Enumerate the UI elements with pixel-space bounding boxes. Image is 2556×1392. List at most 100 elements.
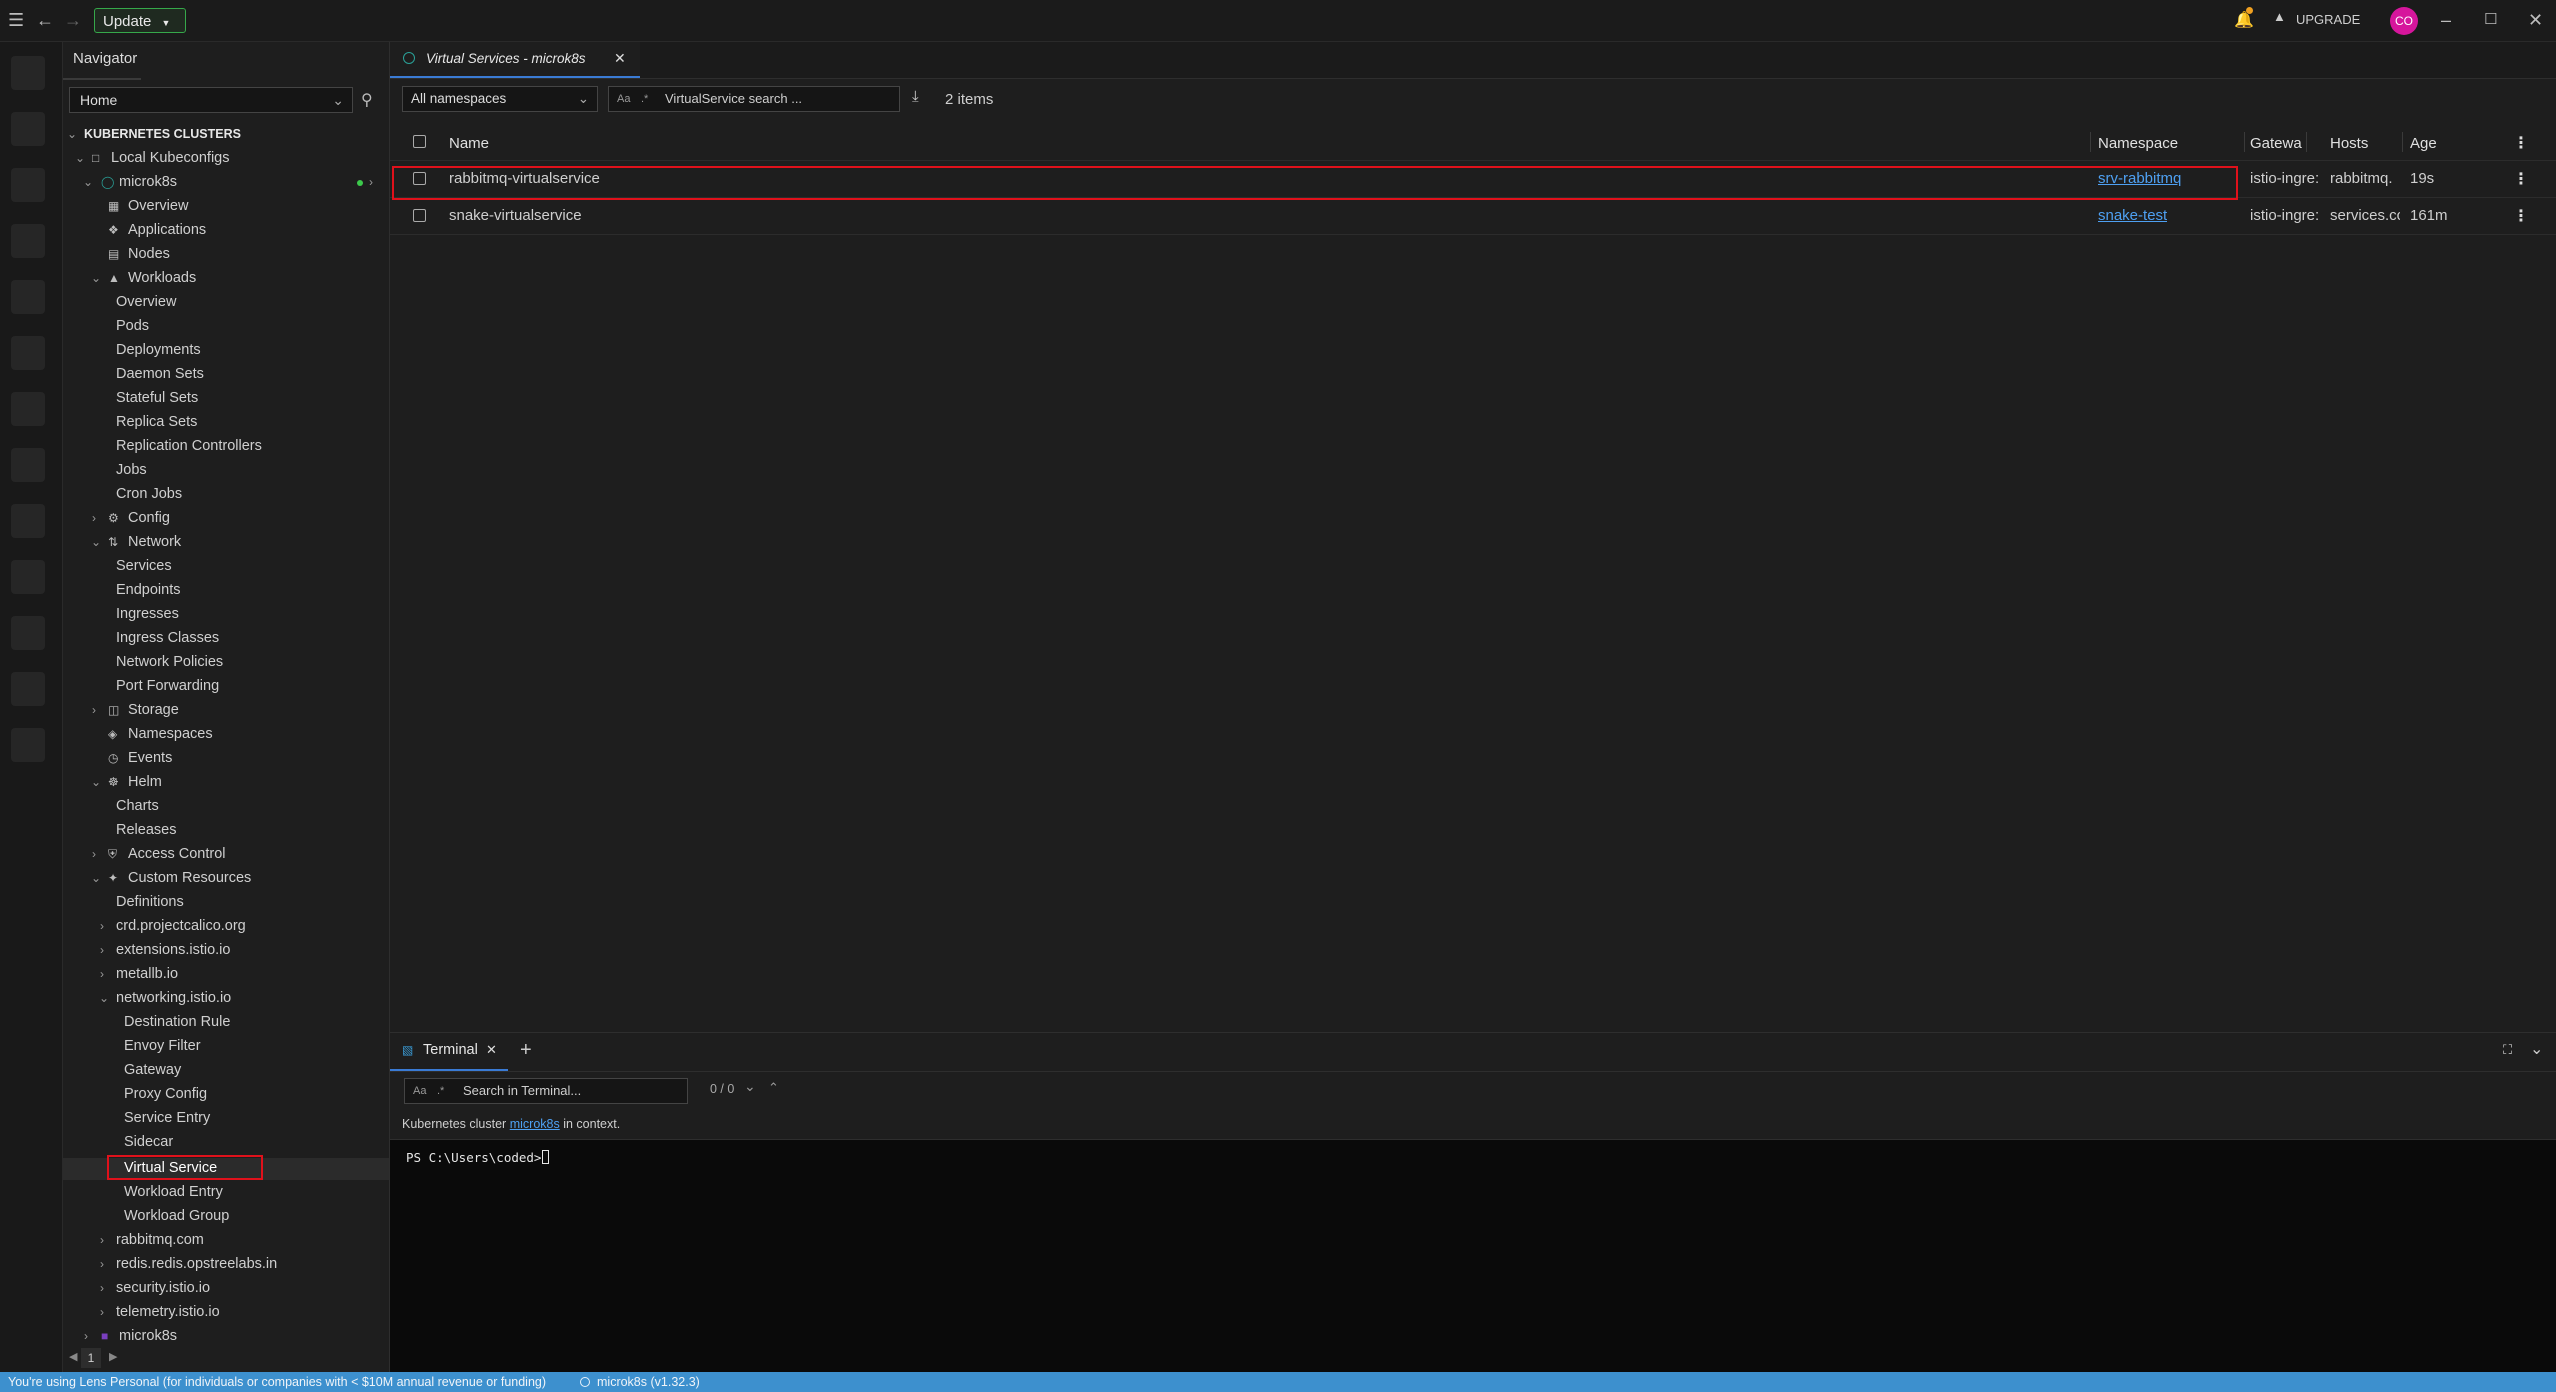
- active-cluster-text[interactable]: microk8s (v1.32.3): [597, 1372, 700, 1392]
- tree-ingresses[interactable]: Ingresses: [116, 604, 179, 624]
- select-all-checkbox[interactable]: [413, 135, 426, 148]
- chevron-right-icon[interactable]: ›: [100, 940, 104, 960]
- column-header-name[interactable]: Name: [449, 135, 489, 152]
- chevron-down-icon[interactable]: ⌄: [744, 1078, 756, 1095]
- chevron-right-icon[interactable]: ›: [100, 964, 104, 984]
- tree-service-entry[interactable]: Service Entry: [124, 1108, 210, 1128]
- page-number[interactable]: 1: [81, 1348, 101, 1368]
- column-menu-icon[interactable]: ⋮: [2513, 133, 2529, 153]
- tree-endpoints[interactable]: Endpoints: [116, 580, 181, 600]
- hotbar-item[interactable]: [11, 280, 45, 314]
- hotbar-item[interactable]: [11, 728, 45, 762]
- tree-namespaces[interactable]: Namespaces: [128, 724, 213, 744]
- add-tab-icon[interactable]: +: [520, 1039, 532, 1062]
- tree-applications[interactable]: Applications: [128, 220, 206, 240]
- tree-cron-jobs[interactable]: Cron Jobs: [116, 484, 182, 504]
- update-button[interactable]: Update ▼: [94, 8, 186, 33]
- chevron-down-icon[interactable]: ⌄: [75, 148, 85, 168]
- close-tab-icon[interactable]: ✕: [614, 50, 626, 67]
- chevron-down-icon[interactable]: ⌄: [91, 532, 101, 552]
- regex-icon[interactable]: .*: [641, 87, 648, 111]
- column-header-gateways[interactable]: Gatewa: [2250, 135, 2302, 152]
- tree-releases[interactable]: Releases: [116, 820, 176, 840]
- tree-workload-group[interactable]: Workload Group: [124, 1206, 229, 1226]
- tree-charts[interactable]: Charts: [116, 796, 159, 816]
- tree-local-kubeconfigs[interactable]: Local Kubeconfigs: [111, 148, 230, 168]
- license-text[interactable]: You're using Lens Personal (for individu…: [8, 1372, 546, 1392]
- tree-workloads[interactable]: Workloads: [128, 268, 196, 288]
- column-header-age[interactable]: Age: [2410, 135, 2437, 152]
- back-arrow-icon[interactable]: ←: [36, 10, 54, 30]
- terminal-output[interactable]: PS C:\Users\coded>: [390, 1140, 2556, 1373]
- hotbar-item[interactable]: [11, 112, 45, 146]
- fullscreen-icon[interactable]: ⛶: [2503, 1042, 2512, 1058]
- search-input[interactable]: Aa .* VirtualService search ...: [608, 86, 900, 112]
- column-divider[interactable]: [2306, 132, 2307, 152]
- match-case-toggle[interactable]: Aa: [413, 1079, 426, 1103]
- chevron-down-icon[interactable]: ⌄: [91, 772, 101, 792]
- chevron-right-icon[interactable]: ›: [92, 508, 96, 528]
- close-window-icon[interactable]: ✕: [2528, 10, 2543, 30]
- tree-crd-group[interactable]: security.istio.io: [116, 1278, 210, 1298]
- row-menu-icon[interactable]: ⋮: [2513, 206, 2529, 226]
- hotbar-item[interactable]: [11, 56, 45, 90]
- maximize-icon[interactable]: ☐: [2484, 10, 2497, 30]
- hotbar-item[interactable]: [11, 560, 45, 594]
- row-checkbox[interactable]: [413, 209, 426, 222]
- chevron-down-icon[interactable]: ⌄: [91, 268, 101, 288]
- chevron-down-icon[interactable]: ⌄: [99, 988, 109, 1008]
- tab-terminal[interactable]: ▧ Terminal ✕: [390, 1033, 508, 1071]
- tree-definitions[interactable]: Definitions: [116, 892, 184, 912]
- chevron-left-icon[interactable]: ◀: [69, 1350, 77, 1363]
- tree-storage[interactable]: Storage: [128, 700, 179, 720]
- terminal-search-input[interactable]: Aa .* Search in Terminal...: [404, 1078, 688, 1104]
- tree-deployments[interactable]: Deployments: [116, 340, 201, 360]
- chevron-right-icon[interactable]: ▶: [109, 1350, 117, 1363]
- tree-overview[interactable]: Overview: [128, 196, 188, 216]
- tree-envoy-filter[interactable]: Envoy Filter: [124, 1036, 201, 1056]
- column-divider[interactable]: [2244, 132, 2245, 152]
- hotbar-item[interactable]: [11, 168, 45, 202]
- tree-crd-group[interactable]: extensions.istio.io: [116, 940, 230, 960]
- tree-ingress-classes[interactable]: Ingress Classes: [116, 628, 219, 648]
- tree-sidecar[interactable]: Sidecar: [124, 1132, 173, 1152]
- match-case-toggle[interactable]: Aa: [617, 87, 630, 111]
- tree-port-forwarding[interactable]: Port Forwarding: [116, 676, 219, 696]
- hotbar-item[interactable]: [11, 392, 45, 426]
- table-row[interactable]: snake-virtualservice snake-test istio-in…: [390, 198, 2556, 235]
- cell-namespace-link[interactable]: snake-test: [2098, 207, 2167, 224]
- chevron-right-icon[interactable]: ›: [100, 1254, 104, 1274]
- column-header-namespace[interactable]: Namespace: [2098, 135, 2178, 152]
- tree-network-policies[interactable]: Network Policies: [116, 652, 223, 672]
- section-kubernetes-clusters[interactable]: KUBERNETES CLUSTERS: [84, 124, 241, 144]
- tree-daemon-sets[interactable]: Daemon Sets: [116, 364, 204, 384]
- chevron-down-icon[interactable]: ⌄: [91, 868, 101, 888]
- tree-events[interactable]: Events: [128, 748, 172, 768]
- hotbar-item[interactable]: [11, 504, 45, 538]
- tree-stateful-sets[interactable]: Stateful Sets: [116, 388, 198, 408]
- chevron-down-icon[interactable]: ⌄: [83, 172, 93, 192]
- chevron-right-icon[interactable]: ›: [100, 1230, 104, 1250]
- tree-config[interactable]: Config: [128, 508, 170, 528]
- chevron-right-icon[interactable]: ›: [100, 1302, 104, 1322]
- chevron-right-icon[interactable]: ›: [92, 700, 96, 720]
- hotbar-item[interactable]: [11, 672, 45, 706]
- tab-virtual-services[interactable]: Virtual Services - microk8s ✕: [390, 42, 640, 78]
- chevron-up-icon[interactable]: ⌃: [768, 1080, 779, 1096]
- tree-crd-group[interactable]: telemetry.istio.io: [116, 1302, 220, 1322]
- tree-replica-sets[interactable]: Replica Sets: [116, 412, 197, 432]
- namespace-select[interactable]: All namespaces ⌄: [402, 86, 598, 112]
- tree-nodes[interactable]: Nodes: [128, 244, 170, 264]
- regex-icon[interactable]: .*: [437, 1079, 444, 1103]
- tree-jobs[interactable]: Jobs: [116, 460, 147, 480]
- tree-custom-resources[interactable]: Custom Resources: [128, 868, 251, 888]
- menu-icon[interactable]: ☰: [8, 10, 24, 30]
- chevron-right-icon[interactable]: ›: [84, 1326, 88, 1346]
- avatar[interactable]: CO: [2390, 7, 2418, 35]
- forward-arrow-icon[interactable]: →: [64, 10, 82, 30]
- chevron-right-icon[interactable]: ›: [100, 916, 104, 936]
- tree-helm[interactable]: Helm: [128, 772, 162, 792]
- upgrade-button[interactable]: UPGRADE: [2296, 12, 2360, 27]
- tree-workloads-overview[interactable]: Overview: [116, 292, 176, 312]
- tree-workload-entry[interactable]: Workload Entry: [124, 1182, 223, 1202]
